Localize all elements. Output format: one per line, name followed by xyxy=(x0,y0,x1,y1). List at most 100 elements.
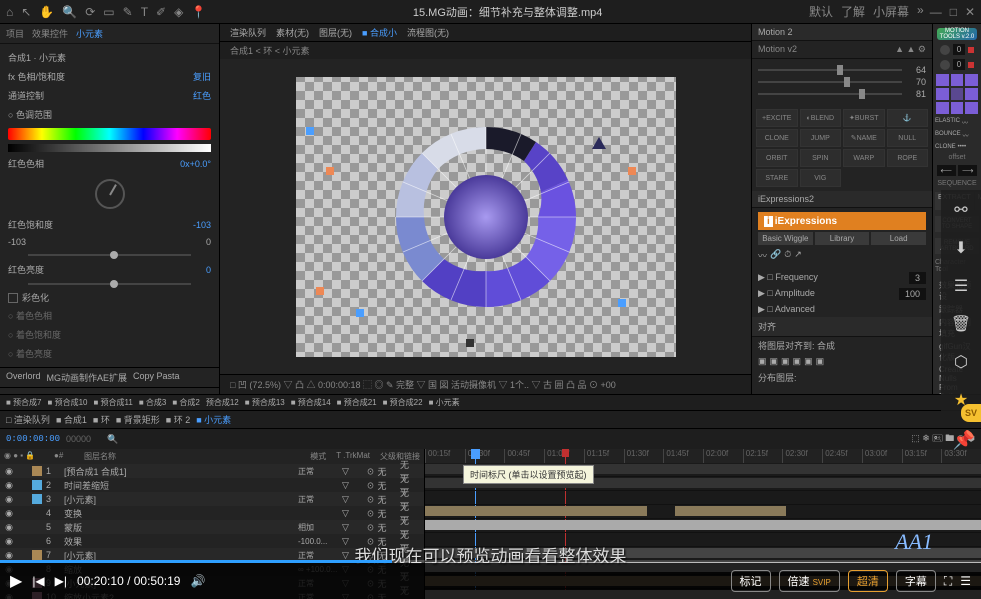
tab-render[interactable]: 渲染队列 xyxy=(230,26,266,39)
align-vcenter-icon[interactable]: ▣ xyxy=(804,356,813,367)
text-icon[interactable]: T xyxy=(141,5,148,19)
viewer-tabs[interactable]: 渲染队列 素材(无) 图层(无) ■ 合成小 流程图(无) xyxy=(220,24,751,42)
tool-orbit[interactable]: ORBIT xyxy=(756,149,798,167)
subtitle-button[interactable]: 字幕 xyxy=(896,570,936,592)
wiggle-icon[interactable]: 〰 xyxy=(758,249,767,262)
tab-comp[interactable]: ■ 合成小 xyxy=(362,26,397,39)
range-gradient[interactable] xyxy=(8,144,211,152)
fullscreen-icon[interactable]: ⛶ xyxy=(944,574,952,589)
align-hcenter-icon[interactable]: ▣ xyxy=(770,356,779,367)
bottom-tabs[interactable]: Overlord MG动画制作AE扩展 Copy Pasta xyxy=(0,367,219,388)
stamp-icon[interactable]: ◈ xyxy=(174,5,183,19)
tool-stare[interactable]: STARE xyxy=(756,169,798,187)
align-top-icon[interactable]: ▣ xyxy=(793,356,802,367)
timecode[interactable]: 0:00:00:00 xyxy=(6,434,60,444)
tool-name[interactable]: ✎ NAME xyxy=(843,129,885,147)
align-desc[interactable]: 将图层对齐到: 合成 xyxy=(758,339,835,352)
colorize-checkbox[interactable] xyxy=(8,293,18,303)
num-1[interactable]: 0 xyxy=(953,44,965,55)
channel-value[interactable]: 红色 xyxy=(193,89,211,102)
volume-icon[interactable]: 🔊 xyxy=(190,574,205,588)
list-icon[interactable]: ☰ xyxy=(951,276,971,296)
zoom-icon[interactable]: 🔍 xyxy=(62,5,77,19)
quality-button[interactable]: 超清 xyxy=(848,570,888,592)
tool-clone[interactable]: CLONE xyxy=(756,129,798,147)
tool-null[interactable]: NULL xyxy=(887,129,929,147)
anchor-grid[interactable] xyxy=(936,74,978,114)
panel-tabs[interactable]: 项目 效果控件 小元素 xyxy=(0,24,219,44)
play-button[interactable]: ▶ xyxy=(10,571,22,591)
slider-1[interactable]: 64 xyxy=(758,65,926,75)
tab-element[interactable]: 小元素 xyxy=(76,27,103,40)
tab-project[interactable]: 项目 xyxy=(6,27,24,40)
pointer-icon[interactable]: ↖ xyxy=(21,5,31,19)
close-icon[interactable]: ✕ xyxy=(965,5,975,19)
sat-value[interactable]: -103 xyxy=(193,220,211,230)
dir-icon[interactable]: ↗ xyxy=(794,249,802,262)
workspace-menu[interactable]: 默认了解小屏幕» xyxy=(809,3,924,20)
tool-blend[interactable]: ◐ BLEND xyxy=(800,109,842,127)
pin-icon[interactable]: 📍 xyxy=(191,5,206,19)
align-left-icon[interactable]: ▣ xyxy=(758,356,767,367)
tab-library[interactable]: Library xyxy=(815,232,870,245)
tab-footage[interactable]: 素材(无) xyxy=(276,26,309,39)
layer-row[interactable]: ◉3[小元素]正常▽☉ 无无 ▽ xyxy=(0,492,424,506)
adv-label[interactable]: Advanced xyxy=(775,304,815,314)
layer-row[interactable]: ◉1[预合成1 合成1]正常▽☉ 无无 ▽ xyxy=(0,464,424,478)
timeline-top-row[interactable]: ■ 预合成7■ 预合成10■ 预合成11■ 合成3■ 合成2预合成12■ 预合成… xyxy=(0,395,981,411)
pen-icon[interactable]: ✎ xyxy=(123,5,133,19)
tl-tab-element[interactable]: ■ 小元素 xyxy=(196,413,231,426)
time-ruler[interactable]: 00:15f00:30f00:45f01:00f01:15f01:30f01:4… xyxy=(425,449,981,463)
home-icon[interactable]: ⌂ xyxy=(6,5,13,19)
delete-icon[interactable]: 🗑 xyxy=(951,314,971,334)
align-right-icon[interactable]: ▣ xyxy=(781,356,790,367)
tab-layer[interactable]: 图层(无) xyxy=(319,26,352,39)
brush-icon[interactable]: ✐ xyxy=(156,5,166,19)
hand-icon[interactable]: ✋ xyxy=(39,5,54,19)
amp-value[interactable]: 100 xyxy=(899,288,926,300)
tab-overlord[interactable]: Overlord xyxy=(6,371,41,384)
dot-2[interactable] xyxy=(940,60,950,70)
layer-row[interactable]: ◉5蒙版相加▽☉ 无无 ▽ xyxy=(0,520,424,534)
layer-row[interactable]: ◉2时间差缩短▽☉ 无无 ▽ xyxy=(0,478,424,492)
pin-icon[interactable]: 📌 xyxy=(953,430,975,451)
tl-tab-render[interactable]: □ 渲染队列 xyxy=(6,413,50,426)
hue-gradient[interactable] xyxy=(8,128,211,140)
tl-tab-half[interactable]: ■ 背景矩形 xyxy=(116,413,160,426)
tool-excite[interactable]: + EXCITE xyxy=(756,109,798,127)
timeline-tabs[interactable]: □ 渲染队列 ■ 合成1 ■ 环 ■ 背景矩形 ■ 环 2 ■ 小元素 xyxy=(0,411,981,429)
freq-value[interactable]: 3 xyxy=(909,272,926,284)
maximize-icon[interactable]: □ xyxy=(950,5,957,19)
tl-tab-ring2[interactable]: ■ 环 2 xyxy=(166,413,190,426)
tab-copypasta[interactable]: Copy Pasta xyxy=(133,371,180,384)
sat-slider[interactable] xyxy=(28,254,191,256)
num-2[interactable]: 0 xyxy=(953,59,965,70)
menu-icon[interactable]: ☰ xyxy=(960,574,971,588)
prev-button[interactable]: |◀ xyxy=(32,574,44,588)
mark-button[interactable]: 标记 xyxy=(731,570,771,592)
light-slider[interactable] xyxy=(28,283,191,285)
viewer-footer[interactable]: □ 凹 (72.5%) ▽ 凸 △ 0:00:00:18 ⬚ ◎ ✎ 完整 ▽ … xyxy=(220,374,751,394)
tool-anchor[interactable]: ⚓ xyxy=(887,109,929,127)
tool-warp[interactable]: WARP xyxy=(843,149,885,167)
settings-icon[interactable]: ⬡ xyxy=(951,352,971,372)
rotate-icon[interactable]: ⟳ xyxy=(85,5,95,19)
download-icon[interactable]: ⬇ xyxy=(951,238,971,258)
speed-icon[interactable]: ⏱ xyxy=(784,249,791,262)
canvas[interactable] xyxy=(220,59,751,374)
tab-wiggle[interactable]: Basic Wiggle xyxy=(758,232,813,245)
tool-spin[interactable]: SPIN xyxy=(800,149,842,167)
tool-jump[interactable]: JUMP xyxy=(800,129,842,147)
tab-mg[interactable]: MG动画制作AE扩展 xyxy=(47,371,128,384)
slider-3[interactable]: 81 xyxy=(758,89,926,99)
light-value[interactable]: 0 xyxy=(206,265,211,275)
minimize-icon[interactable]: — xyxy=(930,5,942,19)
tool-burst[interactable]: ✦ BURST xyxy=(843,109,885,127)
slider-2[interactable]: 70 xyxy=(758,77,926,87)
rect-icon[interactable]: ▭ xyxy=(103,5,114,19)
layer-row[interactable]: ◉4变换▽☉ 无无 ▽ xyxy=(0,506,424,520)
align-bottom-icon[interactable]: ▣ xyxy=(816,356,825,367)
hue-value[interactable]: 0x+0.0° xyxy=(180,159,211,169)
tool-rope[interactable]: ROPE xyxy=(887,149,929,167)
tl-tab-comp1[interactable]: ■ 合成1 xyxy=(56,413,87,426)
